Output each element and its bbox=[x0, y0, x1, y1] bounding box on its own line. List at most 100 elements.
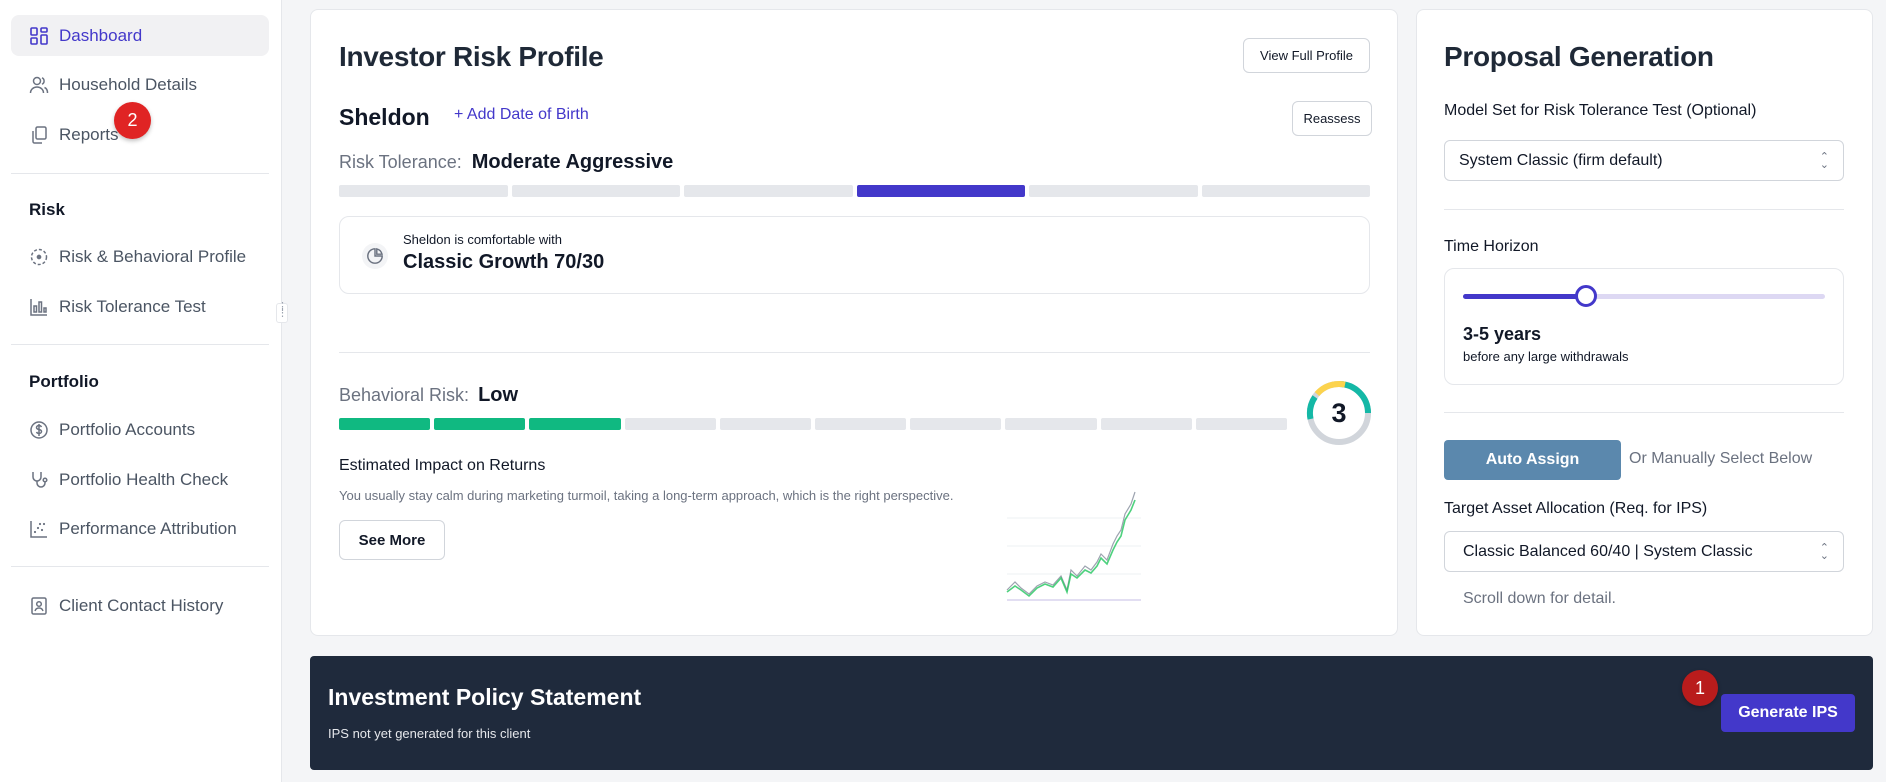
sidebar-item-performance-attribution[interactable]: Performance Attribution bbox=[11, 508, 269, 549]
meter-segment bbox=[1005, 418, 1097, 430]
sidebar-item-label: Performance Attribution bbox=[59, 518, 237, 538]
sidebar-item-client-contact-history[interactable]: Client Contact History bbox=[11, 585, 269, 626]
chevron-updown-icon: ⌃ ⌄ bbox=[1819, 150, 1829, 171]
investor-risk-profile-card: Investor Risk Profile View Full Profile … bbox=[310, 9, 1398, 636]
risk-tolerance-meter bbox=[339, 185, 1370, 197]
sidebar-item-label: Dashboard bbox=[59, 25, 143, 45]
meter-segment bbox=[815, 418, 907, 430]
time-horizon-slider-thumb[interactable] bbox=[1575, 285, 1598, 307]
comfort-caption: Sheldon is comfortable with bbox=[403, 232, 562, 247]
returns-sparkline bbox=[1006, 491, 1141, 601]
sidebar-item-label: Risk & Behavioral Profile bbox=[59, 246, 247, 266]
section-divider bbox=[1444, 412, 1844, 413]
generate-ips-badge: 1 bbox=[1682, 670, 1718, 706]
manual-select-hint: Or Manually Select Below bbox=[1629, 450, 1813, 467]
comfort-model-box: Sheldon is comfortable with Classic Grow… bbox=[339, 216, 1370, 294]
scroll-hint: Scroll down for detail. bbox=[1463, 590, 1616, 607]
meter-segment bbox=[856, 185, 1025, 197]
stethoscope-icon bbox=[29, 470, 49, 490]
sidebar-resize-handle[interactable]: ⋮ ⋮ bbox=[276, 302, 288, 323]
behavioral-score-gauge: 3 bbox=[1305, 379, 1373, 447]
risk-tolerance-value: Moderate Aggressive bbox=[471, 151, 674, 173]
model-set-value: System Classic (firm default) bbox=[1459, 151, 1663, 169]
meter-segment bbox=[1195, 418, 1288, 430]
target-allocation-value: Classic Balanced 60/40 | System Classic bbox=[1463, 542, 1753, 560]
time-horizon-box: 3-5 years before any large withdrawals bbox=[1444, 268, 1844, 385]
meter-segment bbox=[339, 418, 431, 430]
chevron-updown-icon: ⌃ ⌄ bbox=[1819, 541, 1829, 562]
target-icon bbox=[29, 247, 49, 267]
sidebar-item-label: Risk Tolerance Test bbox=[59, 296, 206, 316]
model-set-select[interactable]: System Classic (firm default) ⌃ ⌄ bbox=[1444, 140, 1844, 181]
view-full-profile-button[interactable]: View Full Profile bbox=[1243, 38, 1370, 73]
target-allocation-label: Target Asset Allocation (Req. for IPS) bbox=[1444, 500, 1708, 517]
behavioral-risk-meter bbox=[339, 418, 1288, 430]
behavioral-risk-row: Behavioral Risk: Low bbox=[339, 384, 518, 407]
sidebar-item-portfolio-health-check[interactable]: Portfolio Health Check bbox=[11, 459, 269, 500]
generate-ips-button[interactable]: Generate IPS bbox=[1721, 694, 1855, 732]
sidebar-item-household-details[interactable]: Household Details bbox=[11, 64, 269, 105]
meter-segment bbox=[511, 185, 680, 197]
meter-segment bbox=[624, 418, 716, 430]
risk-profile-title: Investor Risk Profile bbox=[339, 41, 604, 72]
scatter-chart-icon bbox=[29, 519, 49, 539]
section-title-risk: Risk bbox=[29, 200, 65, 219]
model-set-label: Model Set for Risk Tolerance Test (Optio… bbox=[1444, 102, 1757, 119]
behavioral-risk-label: Behavioral Risk: bbox=[339, 385, 470, 405]
grid-icon bbox=[29, 26, 49, 46]
reports-badge: 2 bbox=[114, 102, 151, 139]
sidebar-item-risk-behavioral-profile[interactable]: Risk & Behavioral Profile bbox=[11, 236, 269, 277]
dollar-circle-icon bbox=[29, 420, 49, 440]
investment-policy-statement-bar: Investment Policy Statement IPS not yet … bbox=[310, 656, 1873, 770]
meter-segment bbox=[1201, 185, 1370, 197]
sidebar-divider bbox=[11, 344, 269, 345]
meter-segment bbox=[529, 418, 621, 430]
sidebar-item-label: Portfolio Health Check bbox=[59, 469, 229, 489]
sidebar: Dashboard Household Details Reports 2 Ri… bbox=[0, 0, 282, 782]
meter-segment bbox=[719, 418, 812, 430]
risk-tolerance-row: Risk Tolerance: Moderate Aggressive bbox=[339, 151, 673, 174]
time-horizon-slider-fill bbox=[1463, 294, 1587, 299]
meter-segment bbox=[910, 418, 1002, 430]
target-allocation-select[interactable]: Classic Balanced 60/40 | System Classic … bbox=[1444, 531, 1844, 572]
behavioral-risk-value: Low bbox=[478, 384, 519, 406]
sidebar-item-dashboard[interactable]: Dashboard bbox=[11, 15, 269, 56]
section-divider bbox=[339, 352, 1370, 353]
section-divider bbox=[1444, 209, 1844, 210]
reassess-button[interactable]: Reassess bbox=[1292, 101, 1372, 136]
contact-book-icon bbox=[29, 596, 49, 616]
comfort-model-name: Classic Growth 70/30 bbox=[403, 251, 605, 273]
impact-description: You usually stay calm during marketing t… bbox=[339, 488, 954, 503]
behavioral-score: 3 bbox=[1331, 397, 1347, 428]
time-horizon-slider-track[interactable] bbox=[1463, 285, 1825, 307]
impact-title: Estimated Impact on Returns bbox=[339, 457, 546, 474]
time-horizon-label: Time Horizon bbox=[1444, 238, 1539, 255]
sidebar-item-label: Reports bbox=[59, 124, 119, 144]
copy-icon bbox=[29, 125, 49, 145]
client-name: Sheldon bbox=[339, 104, 430, 130]
risk-tolerance-label: Risk Tolerance: bbox=[339, 152, 462, 172]
auto-assign-button[interactable]: Auto Assign bbox=[1444, 440, 1621, 480]
section-title-portfolio: Portfolio bbox=[29, 372, 99, 391]
time-horizon-value: 3-5 years bbox=[1463, 324, 1542, 344]
proposal-title: Proposal Generation bbox=[1444, 41, 1714, 72]
add-date-of-birth-link[interactable]: + Add Date of Birth bbox=[454, 106, 589, 124]
pie-chart-icon bbox=[362, 243, 388, 269]
meter-segment bbox=[1029, 185, 1198, 197]
bar-chart-icon bbox=[29, 297, 49, 317]
sidebar-item-risk-tolerance-test[interactable]: Risk Tolerance Test bbox=[11, 286, 269, 327]
time-horizon-caption: before any large withdrawals bbox=[1463, 349, 1629, 364]
proposal-generation-card: Proposal Generation Model Set for Risk T… bbox=[1416, 9, 1873, 636]
meter-segment bbox=[684, 185, 853, 197]
ips-subtitle: IPS not yet generated for this client bbox=[328, 726, 531, 741]
meter-segment bbox=[339, 185, 508, 197]
sidebar-item-label: Client Contact History bbox=[59, 595, 224, 615]
sidebar-item-portfolio-accounts[interactable]: Portfolio Accounts bbox=[11, 409, 269, 450]
sidebar-divider bbox=[11, 173, 269, 174]
meter-segment bbox=[434, 418, 526, 430]
sidebar-item-label: Household Details bbox=[59, 74, 197, 94]
meter-segment bbox=[1100, 418, 1192, 430]
sidebar-divider bbox=[11, 566, 269, 567]
sidebar-item-label: Portfolio Accounts bbox=[59, 419, 196, 439]
see-more-button[interactable]: See More bbox=[339, 520, 445, 560]
